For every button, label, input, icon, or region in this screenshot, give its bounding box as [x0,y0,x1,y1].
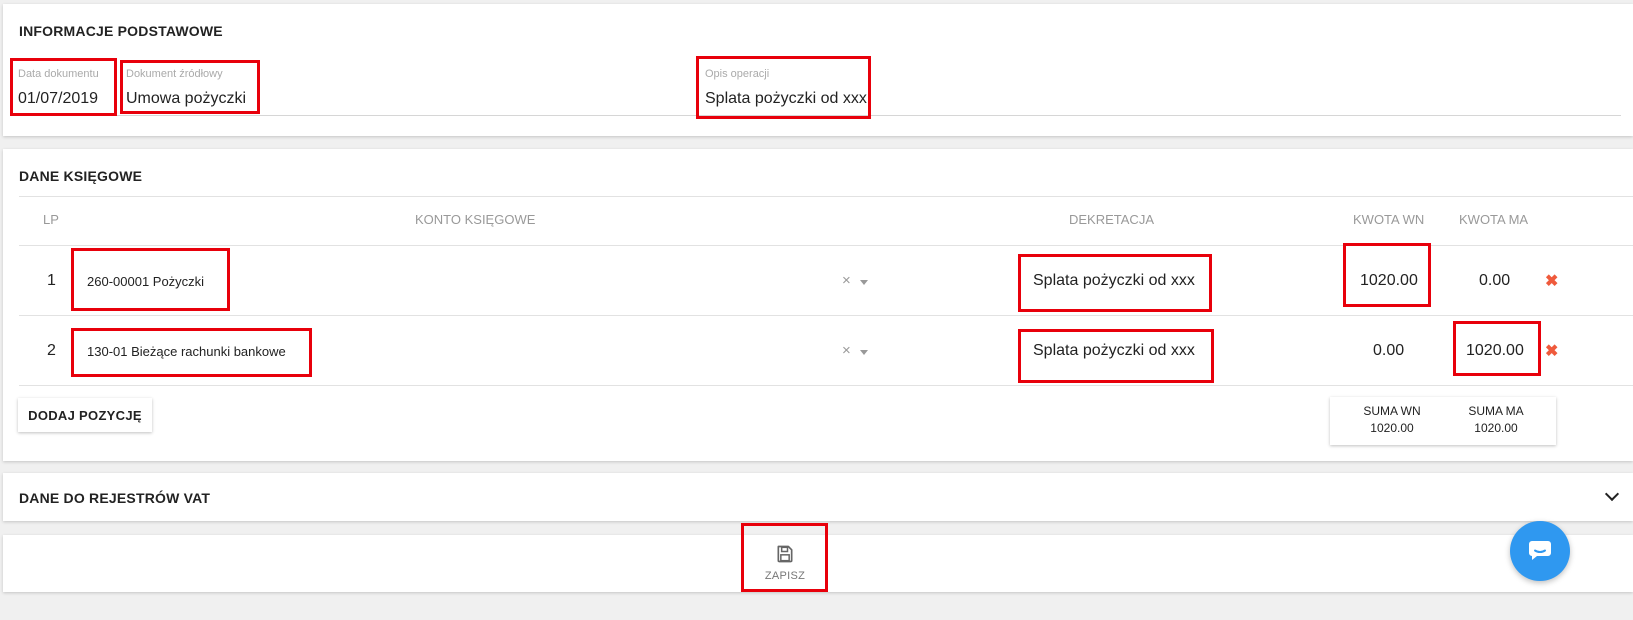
delete-icon[interactable]: ✖ [1545,271,1558,291]
save-button[interactable]: ZAPISZ [744,523,826,589]
save-icon [777,545,793,563]
column-header-debit: KWOTA WN [1353,212,1425,227]
sum-debit-label: SUMA WN [1363,404,1421,418]
operation-description-label: Opis operacji [705,68,770,80]
sum-credit-value: 1020.00 [1474,421,1518,435]
credit-amount-field[interactable]: 1020.00 [1466,342,1524,360]
column-header-credit: KWOTA MA [1459,212,1529,227]
column-header-account: KONTO KSIĘGOWE [415,212,536,227]
row-lp: 2 [47,342,56,359]
sum-debit-value: 1020.00 [1370,421,1414,435]
divider [19,245,1633,246]
decree-field[interactable]: Splata pożyczki od xxx [1033,342,1195,360]
divider [19,196,1633,197]
basic-info-title: INFORMACJE PODSTAWOWE [19,23,223,39]
sum-credit-label: SUMA MA [1468,404,1524,418]
field-underline [19,115,1621,116]
document-date-field[interactable]: 01/07/2019 [18,90,98,108]
chat-button[interactable] [1510,521,1570,581]
account-select[interactable]: 130-01 Bieżące rachunki bankowe [87,344,286,359]
vat-section-title: DANE DO REJESTRÓW VAT [19,490,211,506]
divider [19,385,1633,386]
vat-section[interactable]: DANE DO REJESTRÓW VAT [3,473,1633,521]
column-header-lp: LP [43,212,59,227]
operation-description-field[interactable]: Splata pożyczki od xxx [705,90,867,108]
chat-icon [1529,541,1551,560]
basic-info-card: INFORMACJE PODSTAWOWE Data dokumentu 01/… [3,4,1633,136]
clear-icon[interactable]: × [842,272,851,289]
debit-amount-field[interactable]: 0.00 [1373,342,1404,360]
clear-icon[interactable]: × [842,342,851,359]
credit-amount-field[interactable]: 0.00 [1479,272,1510,290]
document-date-label: Data dokumentu [18,68,99,80]
source-document-label: Dokument źródłowy [126,68,223,80]
account-select[interactable]: 260-00001 Pożyczki [87,274,204,289]
row-lp: 1 [47,272,56,289]
caret-down-icon[interactable] [860,350,868,355]
delete-icon[interactable]: ✖ [1545,341,1558,361]
chevron-down-icon[interactable] [1604,486,1620,502]
debit-amount-field[interactable]: 1020.00 [1360,272,1418,290]
source-document-field[interactable]: Umowa pożyczki [126,90,246,108]
ledger-card: DANE KSIĘGOWE LP KONTO KSIĘGOWE DEKRETAC… [3,149,1633,461]
column-header-decree: DEKRETACJA [1069,212,1154,227]
divider [19,315,1633,316]
decree-field[interactable]: Splata pożyczki od xxx [1033,272,1195,290]
add-position-button[interactable]: DODAJ POZYCJĘ [18,398,152,432]
sum-box: SUMA WN 1020.00 SUMA MA 1020.00 [1330,397,1556,445]
caret-down-icon[interactable] [860,280,868,285]
save-label: ZAPISZ [764,570,806,582]
ledger-title: DANE KSIĘGOWE [19,168,143,184]
